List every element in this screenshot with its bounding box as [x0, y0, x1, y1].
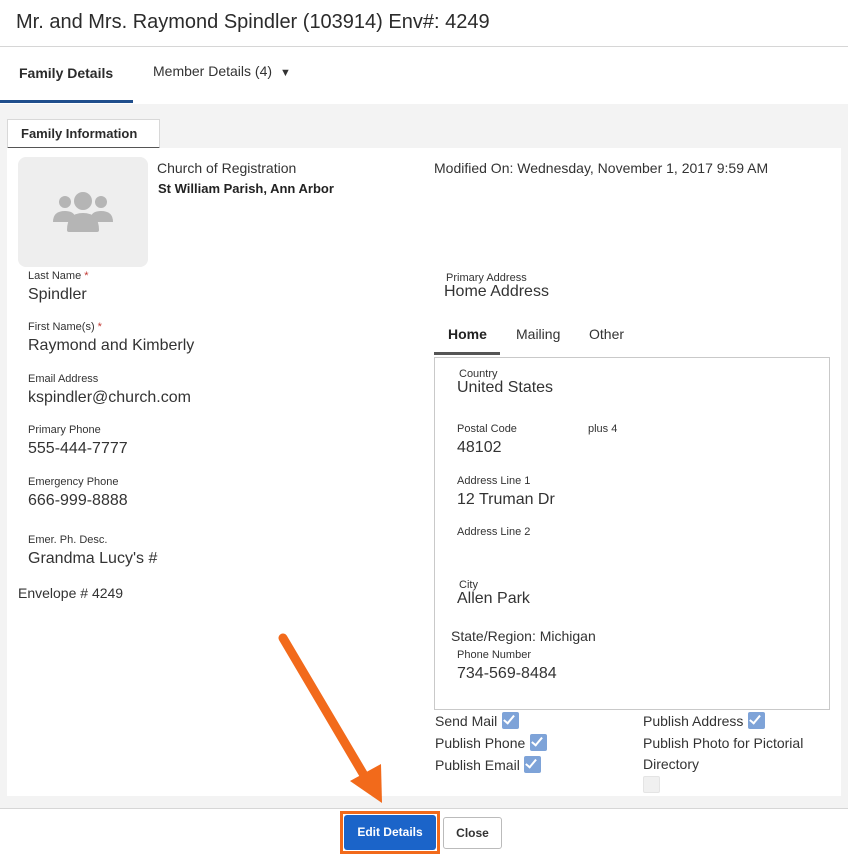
people-group-icon: [53, 192, 113, 232]
send-mail-checkbox[interactable]: [502, 712, 519, 729]
publish-photo-label: Publish Photo for Pictorial: [643, 735, 804, 751]
modified-on: Modified On: Wednesday, November 1, 2017…: [434, 160, 769, 176]
address-line1-label: Address Line 1: [457, 475, 531, 487]
postal-code-label: Postal Code: [457, 423, 517, 435]
address-phone-label: Phone Number: [457, 649, 531, 661]
envelope-number: Envelope # 4249: [18, 585, 124, 601]
tab-member-details-label: Member Details (4): [153, 63, 273, 79]
section-tab-family-information[interactable]: Family Information: [7, 119, 160, 149]
footer-divider: [0, 808, 848, 809]
edit-details-button[interactable]: Edit Details: [344, 815, 436, 850]
address-phone-value: 734-569-8484: [457, 665, 557, 682]
close-button[interactable]: Close: [443, 817, 502, 849]
window-title: Mr. and Mrs. Raymond Spindler (103914) E…: [16, 11, 490, 33]
active-tab-indicator: [434, 352, 500, 355]
send-mail-label: Send Mail: [435, 713, 498, 729]
church-registration-value: St William Parish, Ann Arbor: [158, 181, 334, 196]
last-name-label: Last Name *: [28, 270, 89, 282]
first-name-label: First Name(s) *: [28, 321, 102, 333]
primary-phone-label: Primary Phone: [28, 424, 101, 436]
family-photo[interactable]: [18, 157, 148, 267]
tab-member-details[interactable]: Member Details (4) ▼: [153, 63, 291, 79]
publish-email-checkbox[interactable]: [524, 756, 541, 773]
tab-other[interactable]: Other: [589, 326, 624, 342]
emergency-phone-value: 666-999-8888: [28, 492, 128, 509]
publish-phone-checkbox[interactable]: [530, 734, 547, 751]
publish-address-label: Publish Address: [643, 713, 744, 729]
city-value: Allen Park: [457, 590, 530, 607]
emergency-phone-label: Emergency Phone: [28, 476, 119, 488]
chevron-down-icon[interactable]: ▼: [280, 67, 291, 79]
publish-address-checkbox[interactable]: [748, 712, 765, 729]
primary-address-value: Home Address: [444, 283, 549, 300]
email-label: Email Address: [28, 373, 99, 385]
address-line2-label: Address Line 2: [457, 526, 531, 538]
email-value: kspindler@church.com: [28, 389, 191, 406]
publish-phone-label: Publish Phone: [435, 735, 526, 751]
top-tabs: Family Details Member Details (4) ▼: [0, 47, 848, 103]
tab-family-details[interactable]: Family Details: [0, 47, 133, 103]
emer-desc-label: Emer. Ph. Desc.: [28, 534, 108, 546]
address-line1-value: 12 Truman Dr: [457, 491, 555, 508]
first-name-value: Raymond and Kimberly: [28, 337, 195, 354]
primary-phone-value: 555-444-7777: [28, 440, 128, 457]
tab-family-details-label: Family Details: [19, 65, 114, 81]
required-marker: *: [84, 270, 89, 282]
postal-code-value: 48102: [457, 439, 502, 456]
publish-photo-label-line2: Directory: [643, 756, 700, 772]
emer-desc-value: Grandma Lucy's #: [28, 550, 158, 567]
country-value: United States: [457, 379, 554, 396]
publish-photo-checkbox[interactable]: [643, 776, 660, 793]
tab-mailing[interactable]: Mailing: [516, 326, 560, 342]
publish-email-label: Publish Email: [435, 757, 520, 773]
plus4-label: plus 4: [588, 423, 618, 435]
state-region: State/Region: Michigan: [451, 628, 596, 644]
required-marker: *: [97, 321, 102, 333]
church-registration-label: Church of Registration: [157, 160, 297, 176]
last-name-value: Spindler: [28, 286, 87, 303]
tab-home[interactable]: Home: [448, 326, 487, 342]
